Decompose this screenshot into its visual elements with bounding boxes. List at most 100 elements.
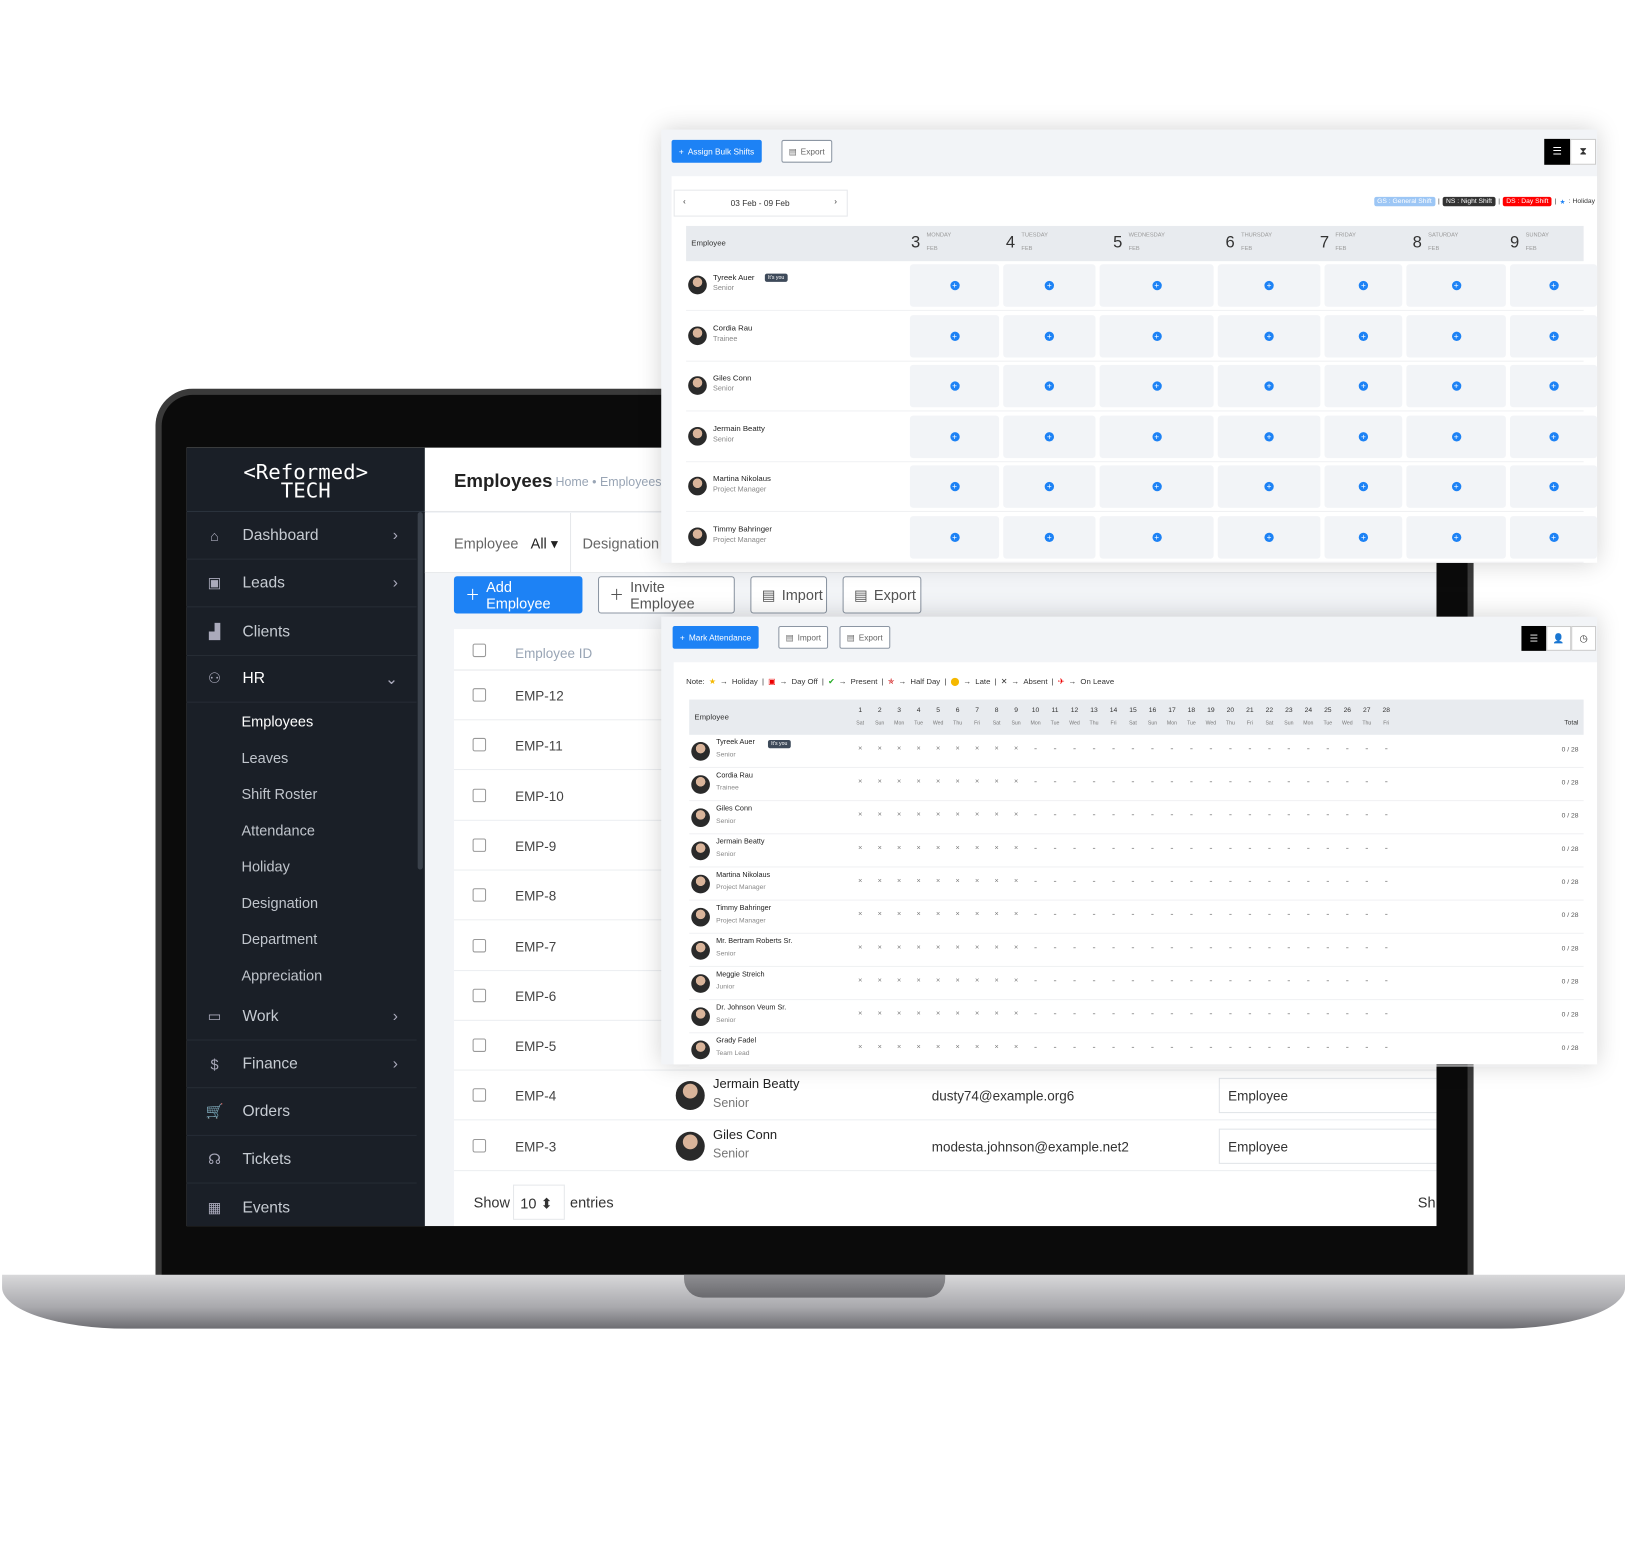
absent-mark[interactable]: × [872,778,887,785]
empty-mark[interactable]: - [1321,776,1336,786]
absent-mark[interactable]: × [970,845,985,852]
empty-mark[interactable]: - [1028,876,1043,886]
empty-mark[interactable]: - [1184,876,1199,886]
empty-mark[interactable]: - [1087,776,1102,786]
empty-mark[interactable]: - [1184,942,1199,952]
empty-mark[interactable]: - [1223,809,1238,819]
empty-mark[interactable]: - [1223,1008,1238,1018]
empty-mark[interactable]: - [1321,809,1336,819]
empty-mark[interactable]: - [1243,909,1258,919]
shift-cell[interactable]: + [909,264,1000,307]
empty-mark[interactable]: - [1145,1008,1160,1018]
empty-mark[interactable]: - [1379,776,1394,786]
empty-mark[interactable]: - [1360,975,1375,985]
absent-mark[interactable]: × [872,845,887,852]
employee-name[interactable]: Cordia Rau [716,772,753,779]
empty-mark[interactable]: - [1067,942,1082,952]
employee-name[interactable]: Jermain Beatty [713,424,765,433]
hourglass-icon[interactable]: ⧗ [1570,138,1597,165]
empty-mark[interactable]: - [1360,876,1375,886]
empty-mark[interactable]: - [1087,975,1102,985]
absent-mark[interactable]: × [950,911,965,918]
employee-name[interactable]: Jermain Beatty [713,1077,799,1092]
empty-mark[interactable]: - [1145,876,1160,886]
empty-mark[interactable]: - [1145,743,1160,753]
row-checkbox[interactable] [472,988,487,1002]
submenu-attendance[interactable]: Attendance [241,822,314,839]
empty-mark[interactable]: - [1379,809,1394,819]
shift-cell[interactable]: + [1099,465,1214,509]
absent-mark[interactable]: × [872,911,887,918]
empty-mark[interactable]: - [1223,1042,1238,1052]
empty-mark[interactable]: - [1126,1042,1141,1052]
absent-mark[interactable]: × [892,878,907,885]
empty-mark[interactable]: - [1340,843,1355,853]
empty-mark[interactable]: - [1106,843,1121,853]
submenu-employees[interactable]: Employees [241,713,313,730]
empty-mark[interactable]: - [1145,975,1160,985]
employee-email[interactable]: modesta.johnson@example.net2 [932,1139,1129,1155]
empty-mark[interactable]: - [1223,975,1238,985]
empty-mark[interactable]: - [1204,942,1219,952]
absent-mark[interactable]: × [950,812,965,819]
absent-mark[interactable]: × [853,845,868,852]
absent-mark[interactable]: × [911,845,926,852]
empty-mark[interactable]: - [1262,975,1277,985]
absent-mark[interactable]: × [1009,845,1024,852]
empty-mark[interactable]: - [1165,776,1180,786]
row-checkbox[interactable] [472,888,487,902]
empty-mark[interactable]: - [1379,909,1394,919]
absent-mark[interactable]: × [892,812,907,819]
empty-mark[interactable]: - [1106,942,1121,952]
breadcrumb[interactable]: Home • Employees [556,475,662,490]
empty-mark[interactable]: - [1204,776,1219,786]
row-checkbox[interactable] [472,688,487,702]
next-week-icon[interactable]: › [834,197,837,206]
shift-cell[interactable]: + [909,415,1000,458]
empty-mark[interactable]: - [1223,909,1238,919]
absent-mark[interactable]: × [931,878,946,885]
empty-mark[interactable]: - [1165,876,1180,886]
week-range[interactable]: 03 Feb - 09 Feb [731,199,790,208]
absent-mark[interactable]: × [970,878,985,885]
absent-mark[interactable]: × [911,812,926,819]
absent-mark[interactable]: × [950,977,965,984]
absent-mark[interactable]: × [911,778,926,785]
empty-mark[interactable]: - [1340,942,1355,952]
absent-mark[interactable]: × [1009,878,1024,885]
empty-mark[interactable]: - [1360,843,1375,853]
mark-attendance-button[interactable]: + Mark Attendance [672,625,759,649]
select-all-checkbox[interactable] [472,643,487,658]
empty-mark[interactable]: - [1165,942,1180,952]
empty-mark[interactable]: - [1301,942,1316,952]
empty-mark[interactable]: - [1321,909,1336,919]
empty-mark[interactable]: - [1262,1042,1277,1052]
empty-mark[interactable]: - [1087,843,1102,853]
shift-cell[interactable]: + [1510,264,1598,307]
empty-mark[interactable]: - [1360,743,1375,753]
empty-mark[interactable]: - [1048,809,1063,819]
empty-mark[interactable]: - [1301,909,1316,919]
empty-mark[interactable]: - [1126,975,1141,985]
absent-mark[interactable]: × [911,1010,926,1017]
designation-filter[interactable]: Designation [582,535,659,552]
empty-mark[interactable]: - [1243,942,1258,952]
absent-mark[interactable]: × [872,878,887,885]
absent-mark[interactable]: × [950,944,965,951]
shift-cell[interactable]: + [1217,516,1321,559]
absent-mark[interactable]: × [892,977,907,984]
empty-mark[interactable]: - [1028,843,1043,853]
empty-mark[interactable]: - [1145,942,1160,952]
absent-mark[interactable]: × [892,1010,907,1017]
empty-mark[interactable]: - [1087,942,1102,952]
shift-cell[interactable]: + [1217,415,1321,458]
absent-mark[interactable]: × [1009,911,1024,918]
empty-mark[interactable]: - [1067,876,1082,886]
absent-mark[interactable]: × [892,1044,907,1051]
absent-mark[interactable]: × [931,812,946,819]
empty-mark[interactable]: - [1223,743,1238,753]
absent-mark[interactable]: × [853,977,868,984]
empty-mark[interactable]: - [1282,743,1297,753]
empty-mark[interactable]: - [1048,1042,1063,1052]
row-checkbox[interactable] [472,1038,487,1053]
